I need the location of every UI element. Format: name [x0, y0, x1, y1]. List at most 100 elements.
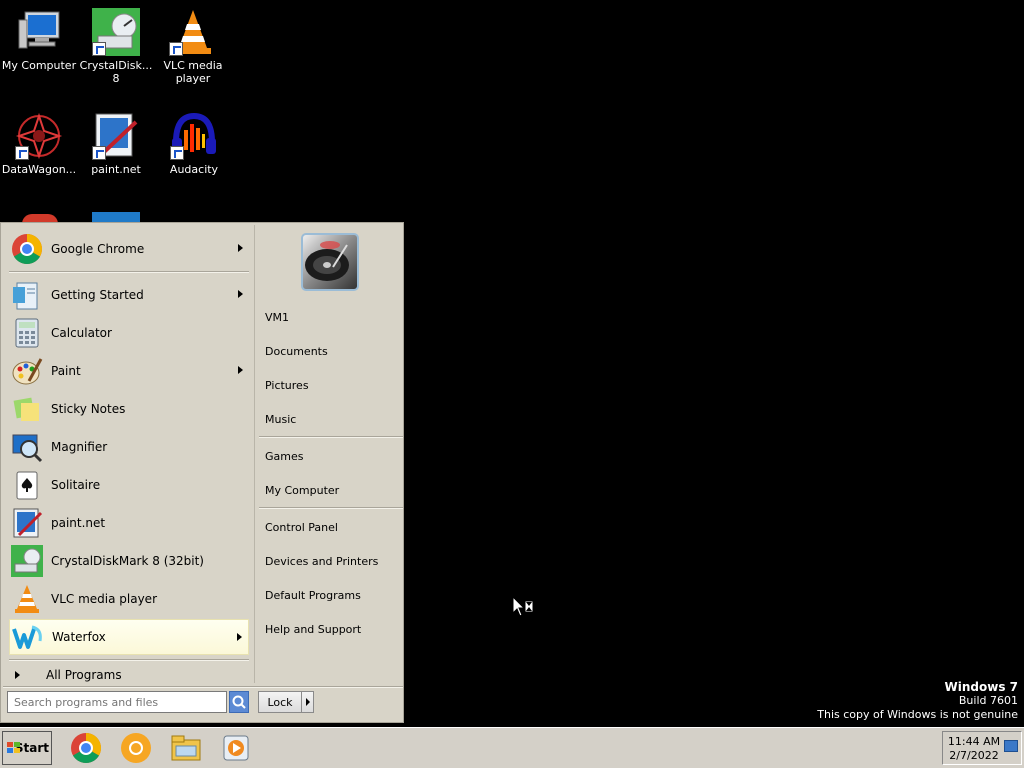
place-label: Control Panel [265, 520, 338, 534]
start-menu-programs-pane: Google Chrome Getting Started Calculator… [3, 225, 255, 683]
solitaire-icon [11, 469, 43, 501]
place-music[interactable]: Music [265, 407, 296, 431]
place-label: VM1 [265, 310, 290, 324]
user-avatar[interactable] [301, 233, 359, 291]
menu-item-label: Waterfox [52, 630, 106, 644]
place-documents[interactable]: Documents [265, 339, 328, 363]
shutdown-options-button[interactable] [301, 691, 314, 713]
taskbar-chrome-canary-icon[interactable] [120, 732, 152, 764]
start-menu: Google Chrome Getting Started Calculator… [0, 222, 404, 723]
clock-time: 11:44 AM [947, 735, 1001, 748]
menu-item-solitaire[interactable]: Solitaire [9, 467, 249, 503]
place-label: Pictures [265, 378, 309, 392]
submenu-arrow-icon [237, 633, 242, 641]
vlc-icon [169, 8, 217, 56]
system-tray: 11:44 AM 2/7/2022 [942, 731, 1022, 765]
sticky-notes-icon [11, 393, 43, 425]
place-label: Default Programs [265, 588, 361, 602]
divider [9, 271, 249, 273]
search-icon [232, 695, 246, 709]
place-help-and-support[interactable]: Help and Support [265, 617, 361, 641]
chrome-icon [11, 233, 43, 265]
taskbar: Start 11:44 AM 2/7/2022 [0, 727, 1024, 768]
menu-item-label: Magnifier [51, 440, 108, 454]
place-vm1[interactable]: VM1 [265, 305, 289, 329]
menu-item-calculator[interactable]: Calculator [9, 315, 249, 351]
search-input[interactable] [7, 691, 227, 713]
desktop-icon-label: paint.net [91, 163, 141, 176]
shortcut-arrow-icon [169, 42, 183, 56]
submenu-arrow-icon [238, 366, 243, 374]
all-programs-label: All Programs [46, 668, 122, 682]
menu-item-label: VLC media player [51, 592, 158, 606]
desktop-icon-crystaldiskmark[interactable]: CrystalDisk... 8 [77, 8, 155, 85]
magnifier-icon [11, 431, 43, 463]
menu-item-magnifier[interactable]: Magnifier [9, 429, 249, 465]
menu-item-paint[interactable]: Paint [9, 353, 249, 389]
paintnet-icon [92, 112, 140, 160]
divider [9, 659, 249, 661]
crystaldiskmark-icon [11, 545, 43, 577]
taskbar-explorer-icon[interactable] [170, 732, 202, 764]
taskbar-chrome-icon[interactable] [70, 732, 102, 764]
show-desktop-icon[interactable] [1004, 740, 1018, 752]
menu-item-sticky-notes[interactable]: Sticky Notes [9, 391, 249, 427]
place-my-computer[interactable]: My Computer [265, 478, 339, 502]
desktop-icon-label: CrystalDisk... 8 [79, 59, 153, 85]
desktop-icon-label: VLC media player [163, 59, 223, 85]
search-button[interactable] [229, 691, 249, 713]
clock-date: 2/7/2022 [949, 749, 999, 762]
waterfox-icon [12, 621, 44, 653]
busy-cursor-icon [512, 595, 536, 620]
os-build: Build 7601 [958, 694, 1018, 707]
divider [259, 436, 403, 438]
clock[interactable]: 11:44 AM 2/7/2022 [947, 735, 1001, 763]
submenu-arrow-icon [238, 290, 243, 298]
menu-item-label: paint.net [51, 516, 106, 530]
menu-item-label: Calculator [51, 326, 112, 340]
turntable-icon [305, 241, 349, 281]
place-devices-and-printers[interactable]: Devices and Printers [265, 549, 378, 573]
calculator-icon [11, 317, 43, 349]
place-label: Games [265, 449, 304, 463]
menu-item-paintnet[interactable]: paint.net [9, 505, 249, 541]
audacity-icon [170, 112, 218, 160]
desktop-icon-paintnet[interactable]: paint.net [77, 112, 155, 176]
start-button[interactable]: Start [2, 731, 52, 765]
desktop-icon-audacity[interactable]: Audacity [155, 112, 233, 176]
desktop-icon-datawagon[interactable]: DataWagon... [0, 112, 78, 176]
desktop-icon-label: Audacity [169, 163, 219, 176]
place-control-panel[interactable]: Control Panel [265, 515, 338, 539]
place-label: Music [265, 412, 297, 426]
computer-icon [15, 8, 63, 56]
start-menu-places-pane: VM1 Documents Pictures Music Games My Co… [257, 225, 403, 683]
shortcut-arrow-icon [15, 146, 29, 160]
all-programs-button[interactable]: All Programs [11, 665, 251, 685]
divider [3, 686, 403, 688]
desktop-icon-label: My Computer [1, 59, 77, 72]
lock-button[interactable]: Lock [258, 691, 302, 713]
place-default-programs[interactable]: Default Programs [265, 583, 361, 607]
os-name: Windows 7 [944, 680, 1018, 694]
place-label: Help and Support [265, 622, 362, 636]
place-label: Devices and Printers [265, 554, 379, 568]
menu-item-label: Solitaire [51, 478, 101, 492]
place-games[interactable]: Games [265, 444, 303, 468]
place-pictures[interactable]: Pictures [265, 373, 309, 397]
vlc-icon [11, 583, 43, 615]
shortcut-arrow-icon [92, 146, 106, 160]
menu-item-getting-started[interactable]: Getting Started [9, 277, 249, 313]
genuine-notice: This copy of Windows is not genuine [817, 708, 1018, 721]
taskbar-media-player-icon[interactable] [220, 732, 252, 764]
desktop-icon-vlc[interactable]: VLC media player [154, 8, 232, 85]
desktop-icon-my-computer[interactable]: My Computer [0, 8, 78, 72]
menu-item-waterfox[interactable]: Waterfox [9, 619, 249, 655]
menu-item-label: Getting Started [51, 288, 144, 302]
menu-item-google-chrome[interactable]: Google Chrome [9, 231, 249, 267]
menu-item-crystaldiskmark[interactable]: CrystalDiskMark 8 (32bit) [9, 543, 249, 579]
paint-icon [11, 355, 43, 387]
menu-item-vlc[interactable]: VLC media player [9, 581, 249, 617]
menu-item-label: CrystalDiskMark 8 (32bit) [51, 554, 204, 568]
windows-watermark: Windows 7 Build 7601 This copy of Window… [817, 680, 1018, 722]
submenu-arrow-icon [238, 244, 243, 252]
